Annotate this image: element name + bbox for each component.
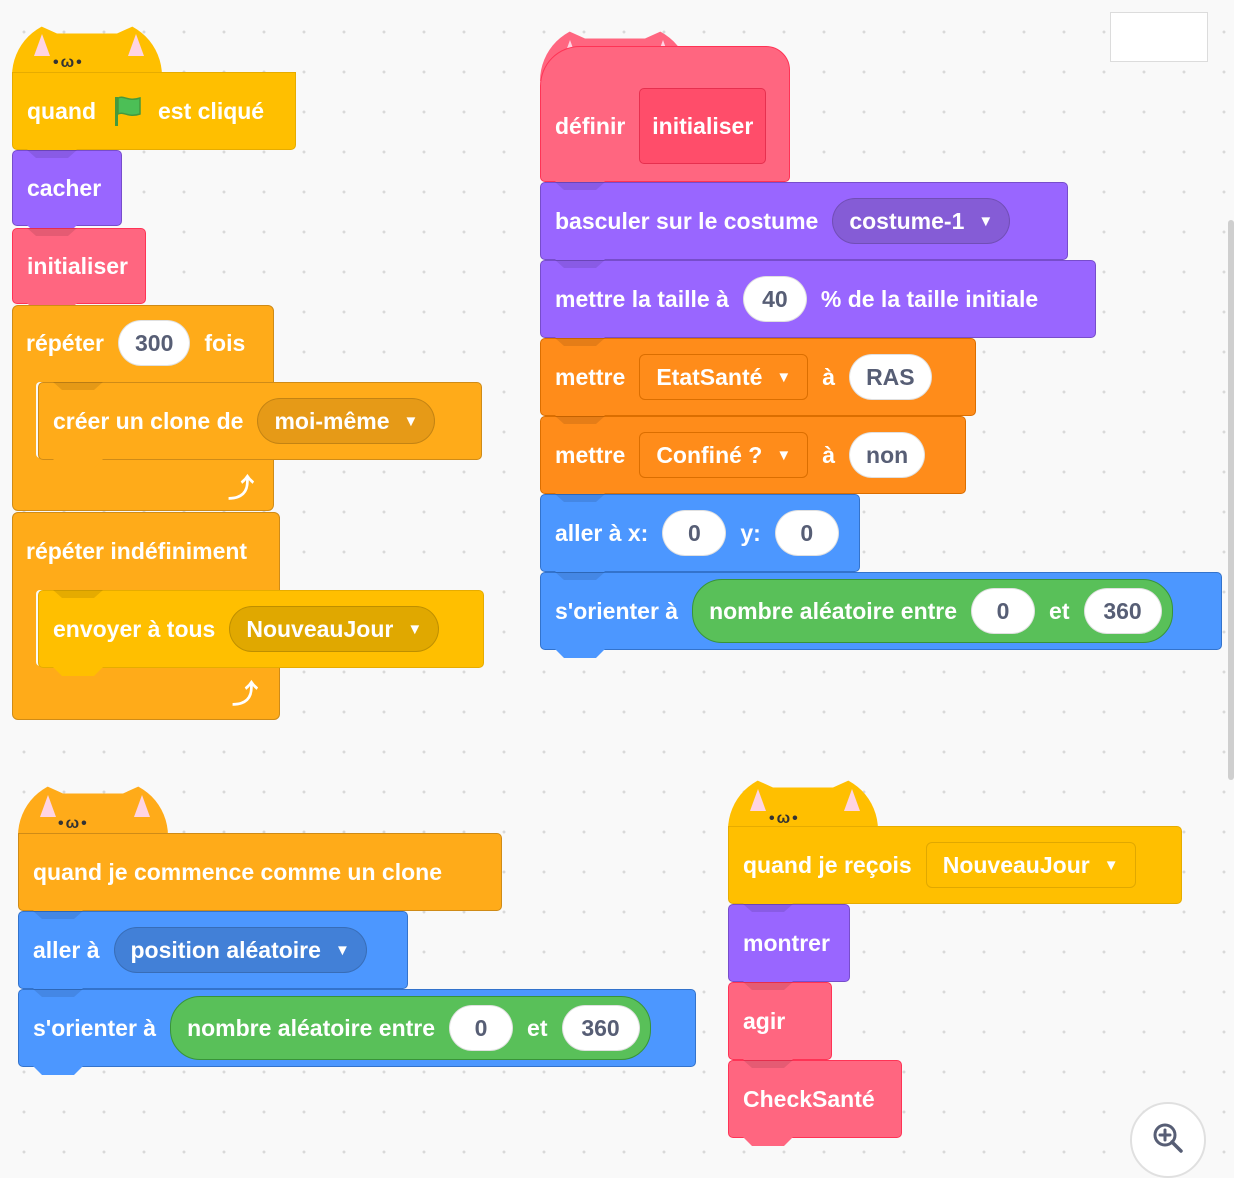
define-proc-name: initialiser	[652, 112, 754, 139]
random-label: nombre aléatoire entre	[709, 597, 958, 624]
point-direction-label: s'orienter à	[33, 1014, 157, 1041]
repeat-label: répéter	[26, 329, 104, 356]
stage-corner-box	[1110, 12, 1208, 62]
when-flag-clicked-block[interactable]: quand est cliqué	[12, 72, 296, 150]
create-clone-label: créer un clone de	[53, 407, 244, 434]
broadcast-label: envoyer à tous	[53, 615, 216, 642]
hat-label-quand: quand	[27, 97, 96, 124]
call-checksante-block[interactable]: CheckSanté	[728, 1060, 902, 1138]
goto-target-value: position aléatoire	[130, 936, 321, 963]
random-label: nombre aléatoire entre	[187, 1014, 436, 1041]
receive-message-value: NouveauJour	[942, 851, 1090, 878]
zoom-in-icon	[1151, 1121, 1185, 1160]
dropdown-caret-icon: ▼	[403, 412, 419, 430]
size-input[interactable]: 40	[742, 276, 807, 322]
variable-confine-dropdown[interactable]: Confiné ? ▼	[639, 432, 809, 478]
hide-block[interactable]: cacher	[12, 150, 122, 226]
broadcast-message-value: NouveauJour	[246, 615, 394, 642]
set-size-suffix: % de la taille initiale	[820, 285, 1039, 312]
repeat-header[interactable]: répéter 300 fois	[12, 305, 274, 381]
and-label: et	[1049, 597, 1070, 624]
etat-value-input[interactable]: RAS	[849, 354, 932, 400]
dropdown-caret-icon: ▼	[334, 941, 350, 959]
forever-label: répéter indéfiniment	[26, 537, 248, 564]
and-label: et	[527, 1014, 548, 1041]
set-size-block[interactable]: mettre la taille à 40 % de la taille ini…	[540, 260, 1096, 338]
call-checksante-label: CheckSanté	[743, 1085, 875, 1112]
variable-confine-value: Confiné ?	[656, 441, 763, 468]
define-label: définir	[555, 112, 626, 139]
set-size-label: mettre la taille à	[555, 285, 729, 312]
random-to-input[interactable]: 360	[561, 1005, 640, 1051]
dropdown-caret-icon: ▼	[1103, 856, 1119, 874]
zoom-in-button[interactable]	[1130, 1102, 1206, 1178]
cat-face-icon: •ω•	[53, 54, 84, 71]
goto-label: aller à	[33, 936, 100, 963]
call-initialiser-label: initialiser	[27, 252, 128, 279]
to-label: à	[822, 363, 836, 390]
random-to-input[interactable]: 360	[1083, 588, 1162, 634]
goto-target-block[interactable]: aller à position aléatoire ▼	[18, 911, 408, 989]
point-direction-block[interactable]: s'orienter à nombre aléatoire entre 0 et…	[18, 989, 696, 1067]
x-input[interactable]: 0	[662, 510, 727, 556]
dropdown-caret-icon: ▼	[978, 212, 994, 230]
create-clone-block[interactable]: créer un clone de moi-même ▼	[38, 382, 482, 460]
variable-etat-dropdown[interactable]: EtatSanté ▼	[639, 354, 809, 400]
dropdown-caret-icon: ▼	[407, 620, 423, 638]
broadcast-block[interactable]: envoyer à tous NouveauJour ▼	[38, 590, 484, 668]
random-number-block[interactable]: nombre aléatoire entre 0 et 360	[170, 996, 651, 1060]
random-from-input[interactable]: 0	[449, 1005, 514, 1051]
set-variable-confine-block[interactable]: mettre Confiné ? ▼ à non	[540, 416, 966, 494]
show-block[interactable]: montrer	[728, 904, 850, 982]
define-block[interactable]: définir initialiser	[540, 46, 790, 182]
forever-loop-arrow-icon: ⤴	[232, 679, 259, 709]
goto-xy-label: aller à x:	[555, 519, 649, 546]
set-label: mettre	[555, 441, 626, 468]
point-direction-block[interactable]: s'orienter à nombre aléatoire entre 0 et…	[540, 572, 1222, 650]
costume-value: costume-1	[849, 207, 965, 234]
cat-face-icon: •ω•	[58, 815, 89, 832]
repeat-loop-arrow-icon: ⤴	[228, 473, 255, 503]
call-agir-block[interactable]: agir	[728, 982, 832, 1060]
repeat-count-input[interactable]: 300	[117, 320, 191, 366]
repeat-suffix: fois	[204, 329, 246, 356]
y-input[interactable]: 0	[774, 510, 839, 556]
define-prototype: initialiser	[639, 88, 767, 164]
call-initialiser-block[interactable]: initialiser	[12, 228, 146, 304]
to-label: à	[822, 441, 836, 468]
when-clone-starts-block[interactable]: quand je commence comme un clone	[18, 833, 502, 911]
show-label: montrer	[743, 929, 830, 956]
random-number-block[interactable]: nombre aléatoire entre 0 et 360	[692, 579, 1173, 643]
vertical-scrollbar[interactable]	[1228, 220, 1234, 780]
goto-target-dropdown[interactable]: position aléatoire ▼	[113, 927, 367, 973]
receive-message-dropdown[interactable]: NouveauJour ▼	[925, 842, 1136, 888]
point-direction-label: s'orienter à	[555, 597, 679, 624]
clone-target-dropdown[interactable]: moi-même ▼	[257, 398, 436, 444]
green-flag-icon	[110, 94, 144, 128]
set-label: mettre	[555, 363, 626, 390]
forever-header[interactable]: répéter indéfiniment	[12, 512, 280, 590]
costume-dropdown[interactable]: costume-1 ▼	[832, 198, 1011, 244]
clone-target-value: moi-même	[274, 407, 390, 434]
call-agir-label: agir	[743, 1007, 786, 1034]
confine-value-input[interactable]: non	[849, 432, 926, 478]
hat-label-clicked: est cliqué	[158, 97, 265, 124]
switch-costume-label: basculer sur le costume	[555, 207, 819, 234]
y-label: y:	[740, 519, 761, 546]
switch-costume-block[interactable]: basculer sur le costume costume-1 ▼	[540, 182, 1068, 260]
set-variable-etat-block[interactable]: mettre EtatSanté ▼ à RAS	[540, 338, 976, 416]
hide-label: cacher	[27, 174, 102, 201]
goto-xy-block[interactable]: aller à x: 0 y: 0	[540, 494, 860, 572]
random-from-input[interactable]: 0	[971, 588, 1036, 634]
variable-etat-value: EtatSanté	[656, 363, 763, 390]
clone-hat-label: quand je commence comme un clone	[33, 858, 442, 885]
receive-label: quand je reçois	[743, 851, 912, 878]
broadcast-message-dropdown[interactable]: NouveauJour ▼	[229, 606, 440, 652]
dropdown-caret-icon: ▼	[776, 446, 792, 464]
when-receive-block[interactable]: quand je reçois NouveauJour ▼	[728, 826, 1182, 904]
dropdown-caret-icon: ▼	[776, 368, 792, 386]
